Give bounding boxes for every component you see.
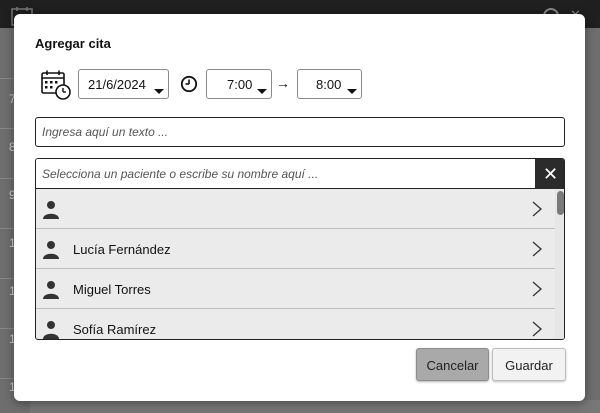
add-appointment-dialog: Agregar cita 21/6/2024 7:00 → 8:00 ✕ <box>14 14 585 401</box>
calendar-clock-icon <box>41 70 71 100</box>
person-icon <box>43 281 59 299</box>
clear-patient-button[interactable]: ✕ <box>535 159 564 189</box>
date-value: 21/6/2024 <box>88 77 146 92</box>
start-time-dropdown[interactable]: 7:00 <box>206 69 272 99</box>
person-icon <box>43 201 59 219</box>
scrollbar-thumb[interactable] <box>557 191 564 215</box>
caret-down-icon <box>257 89 267 94</box>
patient-list-item[interactable]: Sofía Ramírez <box>36 309 555 339</box>
patient-selector: ✕ Lucía Fernández Miguel Torres Sofía Ra… <box>35 158 565 340</box>
patient-name: Sofía Ramírez <box>73 322 157 337</box>
patient-list: Lucía Fernández Miguel Torres Sofía Ramí… <box>36 189 555 339</box>
end-time-dropdown[interactable]: 8:00 <box>297 69 362 99</box>
patient-search-input[interactable] <box>36 159 535 189</box>
end-time-value: 8:00 <box>316 77 342 92</box>
start-time-value: 7:00 <box>227 77 253 92</box>
clock-icon <box>180 75 198 93</box>
patient-list-item[interactable] <box>36 189 555 229</box>
chevron-right-icon <box>532 321 542 337</box>
background-footer <box>30 400 600 413</box>
patient-list-item[interactable]: Miguel Torres <box>36 269 555 309</box>
chevron-right-icon <box>532 241 542 257</box>
appointment-text-input[interactable] <box>35 117 565 147</box>
date-dropdown[interactable]: 21/6/2024 <box>78 69 169 99</box>
dialog-title: Agregar cita <box>35 36 111 51</box>
chevron-right-icon <box>532 281 542 297</box>
save-button[interactable]: Guardar <box>492 348 566 381</box>
background-hour-rows <box>0 28 14 413</box>
patient-name: Lucía Fernández <box>73 242 171 257</box>
patient-list-scrollbar[interactable] <box>555 189 564 339</box>
caret-down-icon <box>347 89 357 94</box>
chevron-right-icon <box>532 201 542 217</box>
patient-list-item[interactable]: Lucía Fernández <box>36 229 555 269</box>
person-icon <box>43 321 59 339</box>
arrow-right-icon: → <box>276 75 290 91</box>
cancel-button[interactable]: Cancelar <box>416 348 489 381</box>
patient-name: Miguel Torres <box>73 282 151 297</box>
caret-down-icon <box>154 89 164 94</box>
person-icon <box>43 241 59 259</box>
